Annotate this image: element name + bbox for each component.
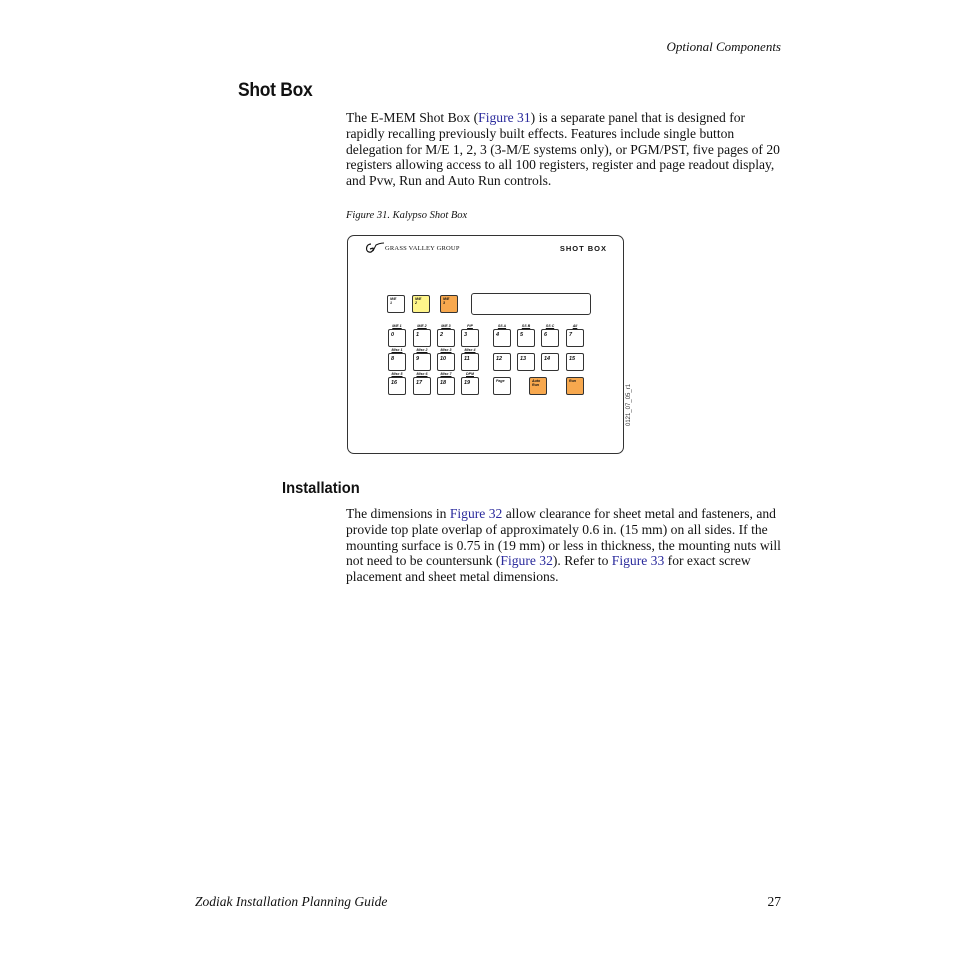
text-run: ). Refer to	[552, 553, 612, 569]
register-number: 0	[391, 332, 395, 338]
register-number: 8	[391, 356, 395, 362]
register-number: 9	[416, 356, 420, 362]
register-number: 2	[440, 332, 444, 338]
me1-delegation-key[interactable]: M/E 1	[387, 295, 405, 313]
running-header: Optional Components	[666, 39, 781, 54]
page-number: 27	[767, 894, 782, 909]
panel-title: SHOT BOX	[559, 244, 607, 253]
key-label: Auto Run	[532, 379, 541, 387]
shot-box-figure: GRASS VALLEY GROUP SHOT BOX M/E 1 M/E 2 M/…	[347, 235, 632, 454]
run-key[interactable]: Run	[566, 377, 584, 395]
key-label: Page	[496, 379, 505, 383]
text-run: The dimensions in	[346, 506, 450, 521]
register-key[interactable]: 3	[461, 329, 479, 347]
register-group-label: SS C	[545, 324, 555, 328]
register-key[interactable]: 9	[413, 353, 431, 371]
section-heading-shot-box: Shot Box	[238, 80, 313, 101]
register-key[interactable]: 19	[461, 377, 479, 395]
auto-run-key[interactable]: Auto Run	[529, 377, 547, 395]
register-group-label: Misc 5	[391, 372, 403, 376]
register-number: 5	[520, 332, 524, 338]
grass-valley-logo: GRASS VALLEY GROUP	[364, 242, 460, 254]
register-number: 1	[416, 332, 420, 338]
section-heading-installation: Installation	[282, 480, 360, 497]
key-label: M/E 1	[390, 297, 397, 305]
register-number: 6	[544, 332, 548, 338]
register-key[interactable]: 7	[566, 329, 584, 347]
register-number: 11	[464, 356, 470, 362]
register-group-label: P/P	[467, 324, 473, 328]
register-key[interactable]: 4	[493, 329, 511, 347]
register-group-label: Misc 4	[464, 348, 476, 352]
key-label: Run	[569, 379, 576, 383]
register-group-label: SS A	[497, 324, 507, 328]
register-number: 13	[520, 356, 527, 362]
figure-32-link[interactable]: Figure 32	[450, 506, 502, 521]
register-group-label: Misc 2	[416, 348, 428, 352]
register-key[interactable]: 8	[388, 353, 406, 371]
installation-paragraph: The dimensions in Figure 32 allow cleara…	[346, 506, 782, 585]
register-key[interactable]: 2	[437, 329, 455, 347]
register-number: 14	[544, 356, 551, 362]
register-key[interactable]: 1	[413, 329, 431, 347]
register-number: 18	[440, 380, 447, 386]
register-number: 7	[569, 332, 573, 338]
register-readout-display	[471, 293, 591, 315]
register-number: 19	[464, 380, 471, 386]
register-key[interactable]: 18	[437, 377, 455, 395]
key-label: M/E 2	[415, 297, 422, 305]
register-group-label: Misc 7	[440, 372, 452, 376]
figure-31-link[interactable]: Figure 31	[478, 110, 530, 125]
key-label: M/E 3	[443, 297, 450, 305]
register-key[interactable]: 14	[541, 353, 559, 371]
register-group-label: M/E 1	[392, 324, 402, 328]
register-number: 12	[496, 356, 503, 362]
figure-caption: Figure 31. Kalypso Shot Box	[346, 210, 468, 221]
register-group-label: DPM	[466, 372, 474, 376]
register-number: 15	[569, 356, 576, 362]
register-group-label: Misc 1	[391, 348, 403, 352]
shot-box-paragraph: The E-MEM Shot Box (Figure 31) is a sepa…	[346, 110, 782, 189]
register-key[interactable]: 0	[388, 329, 406, 347]
register-number: 10	[440, 356, 447, 362]
me2-delegation-key[interactable]: M/E 2	[412, 295, 430, 313]
register-number: 17	[416, 380, 423, 386]
register-key[interactable]: 5	[517, 329, 535, 347]
register-key[interactable]: 16	[388, 377, 406, 395]
register-group-label: All	[572, 324, 578, 328]
register-key[interactable]: 10	[437, 353, 455, 371]
me3-delegation-key[interactable]: M/E 3	[440, 295, 458, 313]
footer-title: Zodiak Installation Planning Guide	[195, 894, 388, 909]
figure-id: 0121_07_05_r1	[626, 383, 632, 426]
register-key[interactable]: 6	[541, 329, 559, 347]
register-group-label: Misc 3	[440, 348, 452, 352]
register-key[interactable]: 11	[461, 353, 479, 371]
register-key[interactable]: 13	[517, 353, 535, 371]
gv-logo-icon	[365, 242, 384, 253]
register-number: 4	[496, 332, 500, 338]
register-group-label: M/E 3	[441, 324, 451, 328]
register-number: 3	[464, 332, 468, 338]
register-key[interactable]: 15	[566, 353, 584, 371]
figure-33-link[interactable]: Figure 33	[612, 553, 664, 568]
register-key[interactable]: 12	[493, 353, 511, 371]
register-group-label: Misc 6	[416, 372, 428, 376]
figure-32-link[interactable]: Figure 32	[500, 553, 552, 568]
register-number: 16	[391, 380, 398, 386]
register-key[interactable]: 17	[413, 377, 431, 395]
logo-text: GRASS VALLEY GROUP	[385, 245, 460, 252]
register-group-label: M/E 2	[417, 324, 427, 328]
text-run: The E-MEM Shot Box (	[346, 110, 479, 125]
register-group-label: SS B	[521, 324, 531, 328]
page-key[interactable]: Page	[493, 377, 511, 395]
